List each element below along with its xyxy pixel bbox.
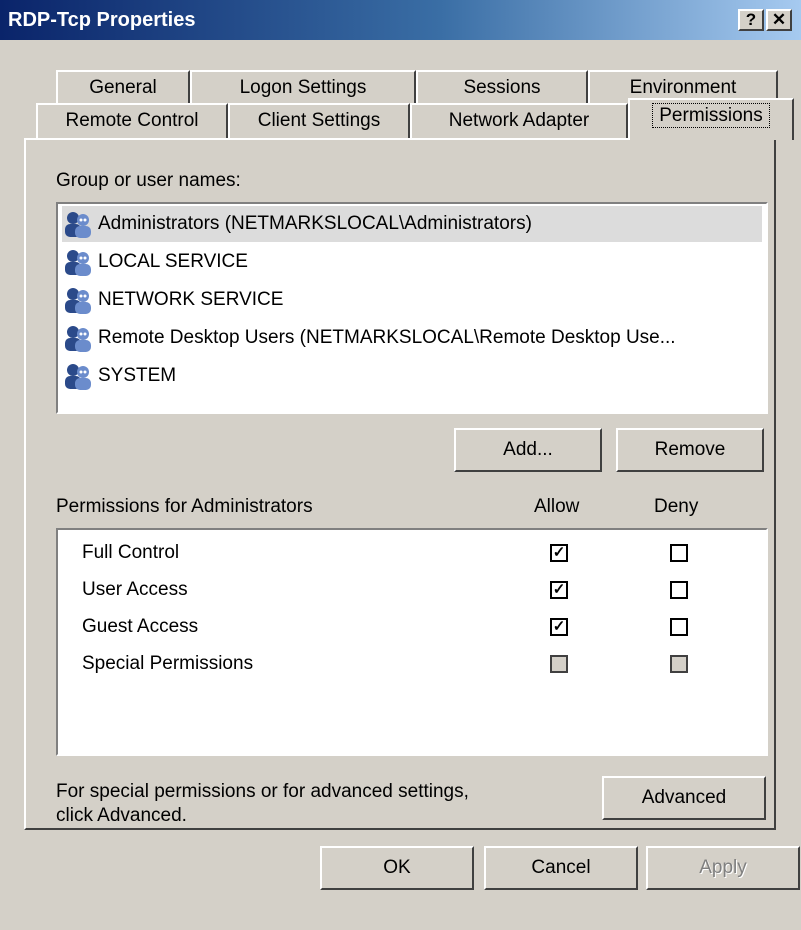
list-item[interactable]: SYSTEM — [62, 358, 762, 394]
deny-checkbox[interactable] — [670, 618, 688, 636]
window-title: RDP-Tcp Properties — [8, 9, 196, 31]
permissions-panel: Group or user names: Administrators (NET… — [24, 138, 776, 830]
tab-network-adapter[interactable]: Network Adapter — [410, 103, 628, 139]
advanced-button[interactable]: Advanced — [602, 776, 766, 820]
deny-checkbox[interactable] — [670, 581, 688, 599]
apply-button: Apply — [646, 846, 800, 890]
tab-remote-control[interactable]: Remote Control — [36, 103, 228, 139]
deny-column-label: Deny — [654, 496, 699, 517]
user-name: NETWORK SERVICE — [98, 289, 284, 310]
tab-logon-settings[interactable]: Logon Settings — [190, 70, 416, 106]
close-button[interactable]: ✕ — [766, 9, 792, 31]
remove-button[interactable]: Remove — [616, 428, 764, 472]
allow-checkbox[interactable]: ✓ — [550, 581, 568, 599]
user-group-icon — [65, 212, 91, 238]
list-item[interactable]: Remote Desktop Users (NETMARKSLOCAL\Remo… — [62, 320, 762, 356]
help-button[interactable]: ? — [738, 9, 764, 31]
allow-checkbox[interactable]: ✓ — [550, 618, 568, 636]
permission-name: User Access — [82, 579, 188, 600]
advanced-note-line2: click Advanced. — [56, 805, 187, 826]
allow-column-label: Allow — [534, 496, 580, 517]
tab-general[interactable]: General — [56, 70, 190, 106]
user-group-icon — [65, 326, 91, 352]
user-group-icon — [65, 364, 91, 390]
properties-dialog: RDP-Tcp Properties ? ✕ General Logon Set… — [0, 0, 801, 930]
title-bar: RDP-Tcp Properties ? ✕ — [0, 0, 801, 40]
list-item[interactable]: LOCAL SERVICE — [62, 244, 762, 280]
advanced-note: For special permissions or for advanced … — [56, 780, 469, 828]
tab-permissions-label: Permissions — [652, 103, 770, 128]
permissions-header: Permissions for Administrators — [56, 496, 313, 517]
deny-checkbox-disabled — [670, 655, 688, 673]
user-name: Remote Desktop Users (NETMARKSLOCAL\Remo… — [98, 327, 676, 348]
user-name: Administrators (NETMARKSLOCAL\Administra… — [98, 213, 532, 234]
permission-name: Full Control — [82, 542, 180, 563]
user-list[interactable]: Administrators (NETMARKSLOCAL\Administra… — [56, 202, 768, 414]
user-group-icon — [65, 288, 91, 314]
tab-client-settings[interactable]: Client Settings — [228, 103, 410, 139]
list-item[interactable]: Administrators (NETMARKSLOCAL\Administra… — [62, 206, 762, 242]
tab-permissions[interactable]: Permissions — [628, 98, 794, 140]
user-group-icon — [65, 250, 91, 276]
permissions-list: Full Control ✓ User Access ✓ Guest Acces… — [56, 528, 768, 756]
ok-button[interactable]: OK — [320, 846, 474, 890]
permission-name: Guest Access — [82, 616, 199, 637]
user-name: SYSTEM — [98, 365, 177, 386]
deny-checkbox[interactable] — [670, 544, 688, 562]
advanced-note-line1: For special permissions or for advanced … — [56, 781, 469, 802]
group-names-label: Group or user names: — [56, 170, 241, 191]
permission-name: Special Permissions — [82, 653, 254, 674]
allow-checkbox-disabled — [550, 655, 568, 673]
user-name: LOCAL SERVICE — [98, 251, 248, 272]
tab-sessions[interactable]: Sessions — [416, 70, 588, 106]
cancel-button[interactable]: Cancel — [484, 846, 638, 890]
list-item[interactable]: NETWORK SERVICE — [62, 282, 762, 318]
allow-checkbox[interactable]: ✓ — [550, 544, 568, 562]
add-button[interactable]: Add... — [454, 428, 602, 472]
